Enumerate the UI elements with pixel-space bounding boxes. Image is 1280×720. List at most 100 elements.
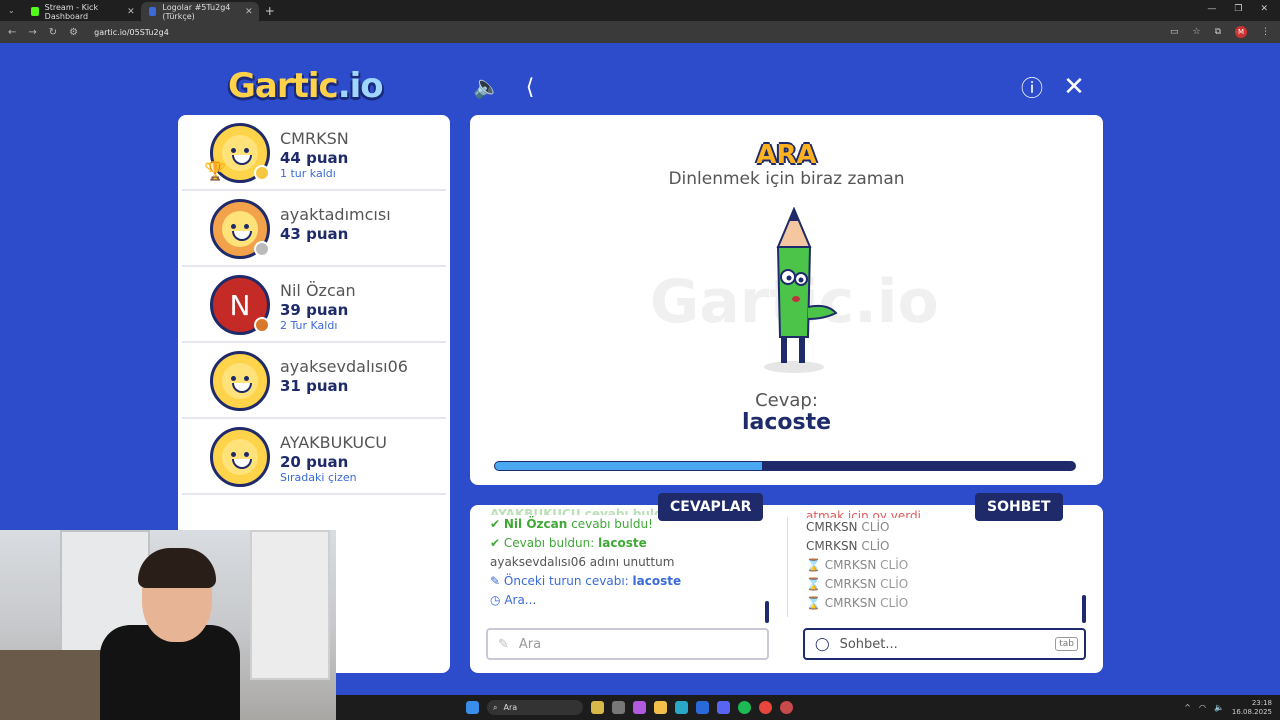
player-note: Sıradaki çizen [280, 471, 357, 484]
player-name: AYAKBUKUCU [280, 433, 388, 452]
chat-scrollbar[interactable] [1082, 595, 1086, 623]
clock-icon: ◷ [490, 593, 501, 607]
status-dot [254, 165, 270, 181]
menu-icon[interactable]: ⋮ [1261, 27, 1270, 37]
clock-time: 23:18 [1251, 698, 1272, 707]
chat-line: ⌛ CMRKSN CLİO [806, 575, 921, 594]
tab-list-icon[interactable]: ⌄ [0, 6, 23, 15]
player-item[interactable]: AYAKBUKUCU 20 puan Sıradaki çizen [182, 419, 446, 495]
outlook-icon[interactable] [696, 701, 709, 714]
logo-tail: .io [337, 66, 384, 106]
site-info-icon[interactable]: ⚙ [69, 27, 78, 38]
player-note: 1 tur kaldı [280, 167, 336, 180]
player-name: Nil Özcan [280, 281, 356, 300]
drawing-board[interactable]: ARA Dinlenmek için biraz zaman Gartic.io… [470, 115, 1103, 485]
minimize-icon[interactable]: — [1207, 4, 1216, 14]
close-icon[interactable]: ✕ [1061, 72, 1087, 102]
chat-input[interactable]: ◯ Sohbet... tab [803, 628, 1086, 660]
trophy-icon: 🏆 [204, 161, 227, 182]
chat-name: CMRKSN [824, 577, 877, 591]
volume-icon[interactable]: 🔈 [1214, 703, 1224, 712]
tab-answers[interactable]: CEVAPLAR [658, 493, 764, 521]
answers-scrollbar[interactable] [765, 601, 769, 623]
chat-input-placeholder: Sohbet... [839, 636, 898, 652]
url-field[interactable]: gartic.io/05STu2g4 [94, 28, 169, 37]
app-icon[interactable] [780, 701, 793, 714]
check-icon: ✔ [490, 517, 501, 531]
chevron-up-icon[interactable]: ^ [1184, 703, 1191, 712]
answer-line: ayaksevdalısı06 adını unuttum [490, 555, 675, 569]
gartic-icon [148, 7, 157, 16]
chrome-icon[interactable] [759, 701, 772, 714]
bookmark-star-icon[interactable]: ☆ [1192, 27, 1200, 37]
player-points: 43 puan [280, 225, 349, 243]
tab-key-hint: tab [1055, 637, 1078, 651]
chat-line: ⌛ CMRKSN CLİO [806, 556, 921, 575]
chat-line: CMRKSN CLİO [806, 518, 921, 537]
avatar [210, 351, 270, 411]
forward-icon[interactable]: → [28, 27, 36, 38]
chat-line: CMRKSN CLİO [806, 537, 921, 556]
player-note: 2 Tur Kaldı [280, 319, 338, 332]
player-points: 39 puan [280, 301, 349, 319]
info-icon[interactable]: ⓘ [1019, 74, 1045, 102]
maximize-icon[interactable]: ❐ [1234, 4, 1242, 14]
copilot-icon[interactable] [633, 701, 646, 714]
cast-icon[interactable]: ▭ [1170, 27, 1179, 37]
tab-gartic[interactable]: Logolar #5Tu2g4 (Türkçe) ✕ [140, 2, 259, 21]
clock[interactable]: 23:18 16.08.2025 [1232, 699, 1272, 717]
close-window-icon[interactable]: ✕ [1260, 4, 1268, 14]
status-dot [254, 317, 270, 333]
answer-text: cevabı buldu! [571, 517, 653, 531]
check-icon: ✔ [490, 536, 501, 550]
spotify-icon[interactable] [738, 701, 751, 714]
chat-line: atmak için oy verdi [806, 509, 921, 518]
panel-divider [787, 517, 788, 617]
chat-message: CLİO [861, 539, 890, 553]
back-icon[interactable]: ← [8, 27, 16, 38]
webcam-background [0, 650, 110, 720]
player-item[interactable]: ayaktadımcısı 43 puan [182, 191, 446, 267]
task-view-icon[interactable] [612, 701, 625, 714]
player-item[interactable]: 🏆 CMRKSN 44 puan 1 tur kaldı [182, 115, 446, 191]
player-item[interactable]: ayaksevdalısı06 31 puan [182, 343, 446, 419]
answer-input-placeholder: Ara [518, 636, 542, 652]
status-dot [254, 241, 270, 257]
hourglass-icon: ⌛ [806, 558, 821, 572]
pencil-icon: ✎ [490, 574, 501, 588]
file-explorer-icon[interactable] [654, 701, 667, 714]
answer-text: Önceki turun cevabı: [503, 574, 629, 588]
taskbar-search[interactable]: ⌕ Ara [487, 700, 583, 715]
player-points: 20 puan [280, 453, 349, 471]
new-tab-icon[interactable]: + [265, 4, 275, 18]
edge-icon[interactable] [675, 701, 688, 714]
webcam-background [250, 530, 330, 680]
sound-icon[interactable]: 🔈 [473, 74, 500, 100]
discord-icon[interactable] [717, 701, 730, 714]
tab-chat[interactable]: SOHBET [975, 493, 1063, 521]
extensions-icon[interactable]: ⧉ [1215, 27, 1221, 37]
start-icon[interactable] [466, 701, 479, 714]
chat-message: CLİO [861, 520, 890, 534]
taskbar: ⌕ Ara ^ ◠ 🔈 23:18 16.08.2025 [336, 695, 1280, 720]
system-tray: ^ ◠ 🔈 23:18 16.08.2025 [1184, 699, 1272, 717]
answer-word: lacoste [598, 536, 647, 550]
clock-date: 16.08.2025 [1231, 707, 1272, 716]
close-tab-icon[interactable]: ✕ [127, 7, 135, 17]
close-tab-icon[interactable]: ✕ [245, 7, 253, 17]
player-item[interactable]: N Nil Özcan 39 puan 2 Tur Kaldı [182, 267, 446, 343]
answer-line: ✔ Cevabı buldun: lacoste [490, 534, 681, 553]
answer-line: ◷ Ara... [490, 591, 681, 610]
kick-icon [30, 7, 39, 16]
widgets-icon[interactable] [591, 701, 604, 714]
pencil-mascot-icon [764, 207, 838, 373]
gartic-logo: Gartic.io [228, 66, 384, 106]
wifi-icon[interactable]: ◠ [1199, 703, 1206, 712]
profile-avatar[interactable]: M [1235, 26, 1247, 38]
answer-text: Cevabı buldun: [503, 536, 595, 550]
chat-name: CMRKSN [806, 539, 858, 553]
answer-input[interactable]: ✎ Ara [486, 628, 769, 660]
tab-kick-dashboard[interactable]: Stream - Kick Dashboard ✕ [23, 2, 141, 21]
reload-icon[interactable]: ↻ [49, 27, 57, 38]
share-icon[interactable]: ⟨ [517, 74, 543, 100]
